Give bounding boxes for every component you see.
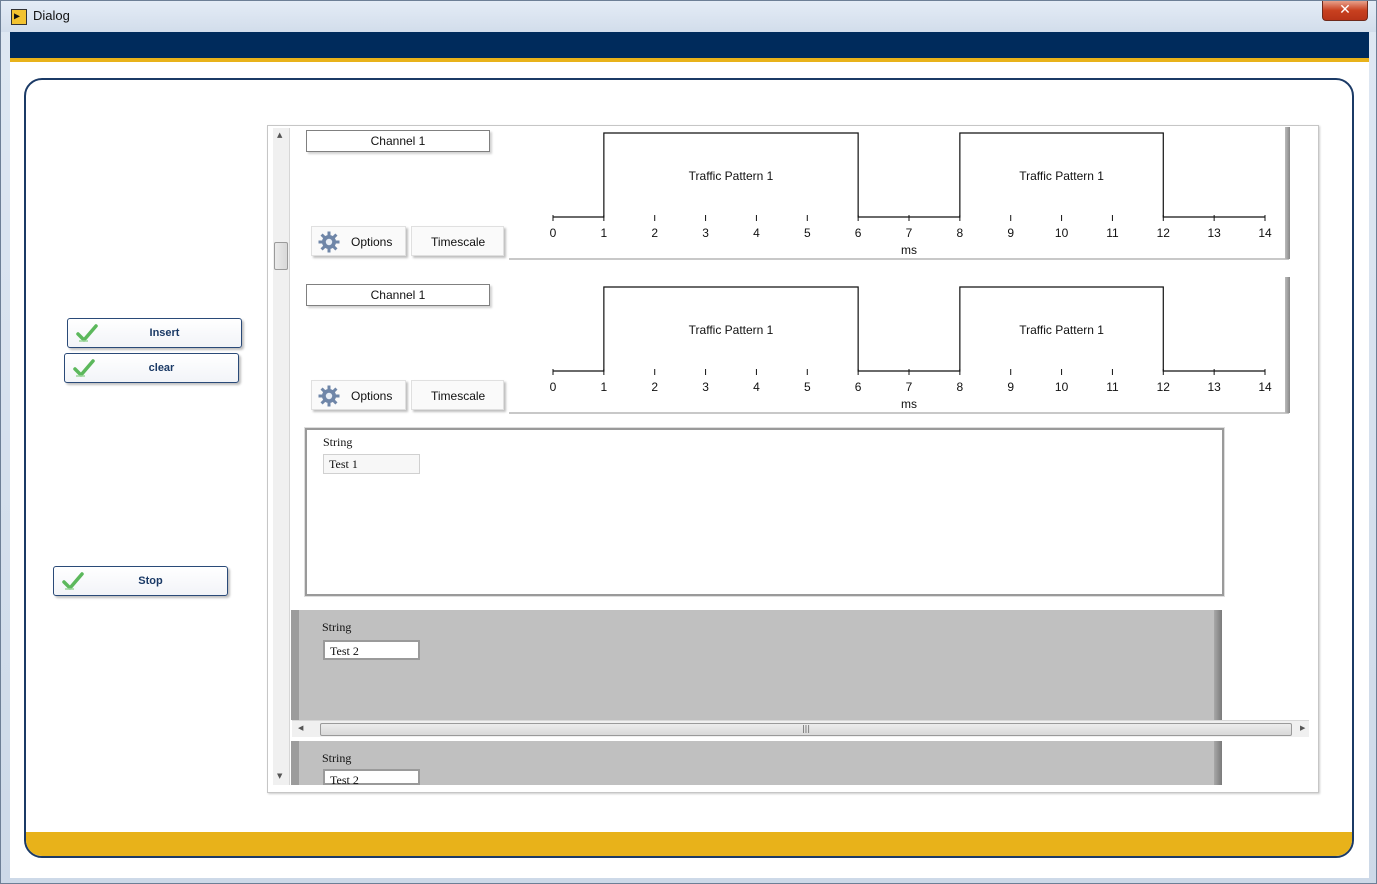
x-tick-label: 14: [1258, 226, 1272, 240]
dialog-window: ▶ Dialog ✕ Insert clear Stop ▲ ▼ Channel…: [0, 0, 1377, 884]
header-band: [10, 32, 1369, 62]
clear-button-label: clear: [148, 362, 175, 374]
x-tick-label: 0: [550, 226, 557, 240]
pulse-label: Traffic Pattern 1: [689, 169, 774, 183]
x-tick-label: 9: [1007, 226, 1014, 240]
waveform-line: [553, 132, 1265, 218]
options-button[interactable]: Options: [311, 380, 406, 410]
x-tick-label: 11: [1106, 226, 1119, 240]
string-field[interactable]: Test 1: [323, 454, 420, 474]
timescale-label: Timescale: [431, 235, 486, 249]
panel-shade: [1214, 610, 1222, 720]
x-tick-label: 6: [855, 226, 862, 240]
string-label: String: [322, 620, 352, 634]
x-tick-label: 0: [550, 380, 557, 394]
x-axis-label: ms: [901, 397, 917, 411]
x-tick-label: 4: [753, 380, 760, 394]
vertical-scrollbar[interactable]: ▲ ▼: [273, 128, 290, 785]
x-tick-label: 1: [601, 226, 608, 240]
channel-name-field[interactable]: Channel 1: [306, 284, 490, 306]
insert-button-label: Insert: [149, 327, 180, 339]
x-tick-label: 3: [702, 380, 709, 394]
insert-button[interactable]: Insert: [67, 318, 242, 348]
timescale-button[interactable]: Timescale: [411, 380, 504, 410]
scroll-up-icon[interactable]: ▲: [277, 131, 282, 139]
options-button[interactable]: Options: [311, 226, 406, 256]
string-field[interactable]: Test 2: [323, 640, 420, 660]
x-tick-label: 8: [957, 226, 964, 240]
x-tick-label: 2: [651, 380, 658, 394]
timescale-label: Timescale: [431, 389, 486, 403]
x-tick-label: 10: [1055, 226, 1069, 240]
x-tick-label: 13: [1207, 226, 1221, 240]
x-tick-label: 14: [1258, 380, 1272, 394]
timescale-button[interactable]: Timescale: [411, 226, 504, 256]
pulse-label: Traffic Pattern 1: [1019, 169, 1104, 183]
string-label: String: [323, 435, 353, 449]
waveform-line: [553, 286, 1265, 372]
pulse-label: Traffic Pattern 1: [1019, 323, 1104, 337]
horizontal-scroll-thumb[interactable]: |||: [320, 723, 1292, 736]
x-tick-label: 7: [906, 380, 913, 394]
string-cluster-disabled: String Test 2: [291, 741, 1222, 787]
pulse-label: Traffic Pattern 1: [689, 323, 774, 337]
x-tick-label: 3: [702, 226, 709, 240]
x-tick-label: 10: [1055, 380, 1069, 394]
app-icon: ▶: [11, 9, 27, 25]
x-tick-label: 7: [906, 226, 913, 240]
scroll-right-icon[interactable]: ▶: [1300, 724, 1305, 732]
footer-band: [26, 832, 1352, 856]
stop-button-label: Stop: [138, 575, 163, 587]
x-tick-label: 2: [651, 226, 658, 240]
x-tick-label: 11: [1106, 380, 1119, 394]
graph-edge: [1285, 127, 1290, 259]
scroll-down-icon[interactable]: ▼: [277, 772, 282, 780]
gear-icon: [318, 385, 340, 407]
scroll-left-icon[interactable]: ◀: [298, 724, 303, 732]
stop-button[interactable]: Stop: [53, 566, 228, 596]
options-label: Options: [351, 389, 393, 403]
traffic-graph: Traffic Pattern 1 Traffic Pattern 10 1 2 3 4 5…: [509, 132, 1289, 260]
string-label: String: [322, 751, 352, 765]
x-tick-label: 9: [1007, 380, 1014, 394]
string-field[interactable]: Test 2: [323, 769, 420, 787]
close-button[interactable]: ✕: [1322, 1, 1368, 21]
x-tick-label: 8: [957, 380, 964, 394]
x-tick-label: 12: [1157, 226, 1171, 240]
x-tick-label: 12: [1157, 380, 1171, 394]
options-label: Options: [351, 235, 393, 249]
x-tick-label: 13: [1207, 380, 1221, 394]
panel-shade: [1214, 741, 1222, 785]
title-bar[interactable]: ▶ Dialog ✕: [1, 1, 1376, 32]
gear-icon: [318, 231, 340, 253]
clear-button[interactable]: clear: [64, 353, 239, 383]
x-tick-label: 4: [753, 226, 760, 240]
x-tick-label: 6: [855, 380, 862, 394]
x-axis-label: ms: [901, 243, 917, 257]
x-tick-label: 5: [804, 380, 811, 394]
horizontal-scrollbar[interactable]: ◀ ||| ▶: [292, 720, 1309, 737]
string-cluster-disabled: String Test 2: [291, 610, 1222, 720]
channel-name-field[interactable]: Channel 1: [306, 130, 490, 152]
string-cluster: String Test 1: [304, 427, 1225, 597]
x-tick-label: 5: [804, 226, 811, 240]
graph-edge: [1285, 277, 1290, 413]
traffic-graph: Traffic Pattern 1 Traffic Pattern 10 1 2 3 4 5…: [509, 286, 1289, 414]
window-title: Dialog: [33, 8, 70, 23]
x-tick-label: 1: [601, 380, 608, 394]
vertical-scroll-thumb[interactable]: [274, 242, 288, 270]
